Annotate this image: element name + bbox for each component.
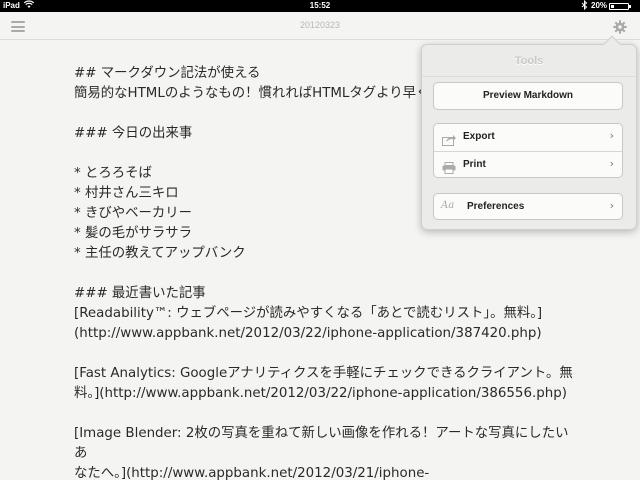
export-icon (442, 131, 456, 146)
bluetooth-icon (581, 0, 588, 12)
document-line: なたへ。](http://www.appbank.net/2012/03/21/… (74, 466, 430, 480)
document-line: [Fast Analytics: Googleアナリティクスを手軽にチェックでき… (74, 366, 573, 381)
chevron-right-icon: › (609, 129, 614, 142)
document-line: 料。](http://www.appbank.net/2012/03/22/ip… (74, 386, 567, 401)
document-line: * 主任の教えてアップバンク (74, 246, 246, 261)
preview-markdown-button[interactable]: Preview Markdown (433, 82, 623, 110)
chevron-right-icon: › (609, 157, 614, 170)
document-line: [Image Blender: 2枚の写真を重ねて新しい画像を作れる！アートな写… (74, 426, 569, 461)
status-bar: iPad 15:52 20% (0, 0, 640, 12)
nav-bar: 20120323 (0, 12, 640, 40)
document-line (74, 264, 574, 284)
export-label: Export (463, 131, 495, 142)
preferences-label: Preferences (467, 201, 525, 212)
battery-icon (609, 3, 631, 10)
document-line: [Readability™: ウェブページが読みやすくなる「あとで読むリスト」。… (74, 306, 543, 321)
print-row[interactable]: Print › (434, 151, 622, 178)
preferences-row[interactable]: Aa Preferences › (434, 194, 622, 221)
document-line: ### 最近書いた記事 (74, 286, 206, 301)
chevron-right-icon: › (609, 199, 614, 212)
document-title: 20120323 (299, 20, 341, 30)
printer-icon (442, 159, 456, 174)
font-icon: Aa (441, 200, 455, 211)
document-line (74, 344, 574, 364)
document-line: (http://www.appbank.net/2012/03/22/iphon… (74, 326, 542, 341)
print-label: Print (463, 159, 486, 170)
tools-action-group: Export › Print › (433, 123, 623, 178)
preferences-group: Aa Preferences › (433, 193, 623, 220)
document-line (74, 404, 574, 424)
export-row[interactable]: Export › (434, 124, 622, 151)
tools-popover: Tools Preview Markdown Export › Print › … (421, 35, 637, 230)
popover-title: Tools (514, 55, 544, 67)
status-clock: 15:52 (309, 1, 331, 10)
gear-icon[interactable] (613, 19, 627, 34)
battery-percent: 20% (591, 1, 608, 10)
popover-divider (422, 76, 636, 77)
